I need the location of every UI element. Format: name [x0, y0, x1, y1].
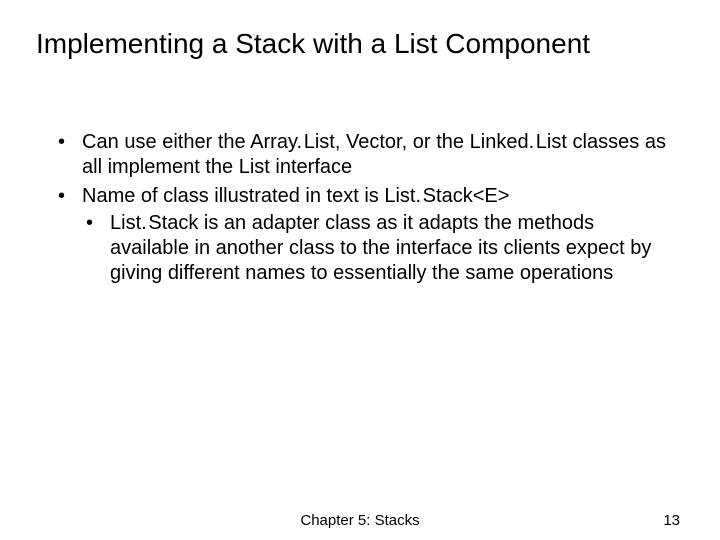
slide-body: Can use either the Array. List, Vector, …	[54, 130, 666, 290]
footer-chapter: Chapter 5: Stacks	[0, 512, 720, 529]
bullet-item: Name of class illustrated in text is Lis…	[54, 184, 666, 286]
bullet-list: Can use either the Array. List, Vector, …	[54, 130, 666, 286]
slide: Implementing a Stack with a List Compone…	[0, 0, 720, 540]
bullet-item: Can use either the Array. List, Vector, …	[54, 130, 666, 180]
bullet-text: Name of class illustrated in text is Lis…	[82, 185, 509, 207]
footer-page-number: 13	[663, 512, 680, 529]
sub-bullet-item: List. Stack is an adapter class as it ad…	[82, 211, 666, 286]
slide-title: Implementing a Stack with a List Compone…	[36, 28, 684, 60]
sub-bullet-list: List. Stack is an adapter class as it ad…	[82, 211, 666, 286]
